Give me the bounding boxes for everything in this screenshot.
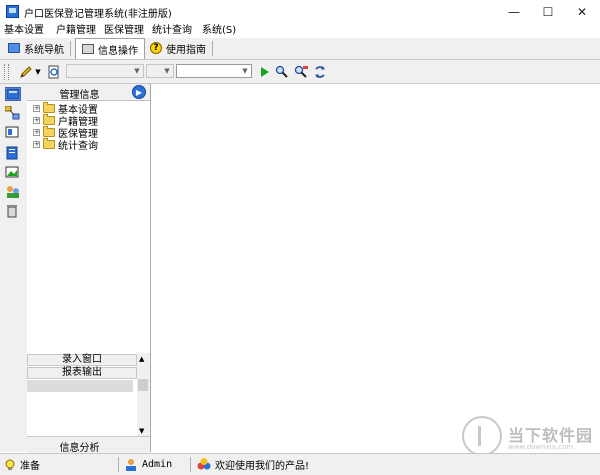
refresh-icon[interactable] [312,64,328,79]
status-separator [118,457,119,472]
status-bar: 准备 Admin 欢迎使用我们的产品! [0,453,600,475]
tab-information-operation[interactable]: 信息操作 [75,38,145,59]
folder-icon [43,113,55,125]
app-icon [6,5,19,18]
status-ready-text: 准备 [20,461,40,472]
panel-header: 管理信息 ▶ [27,84,150,101]
tab-user-guide[interactable]: ? 使用指南 [144,38,212,58]
menu-household[interactable]: 户籍管理 [56,24,96,38]
entry-window-button[interactable]: 录入窗口 [27,354,137,366]
lightbulb-icon [5,459,15,470]
user-icon [126,459,136,471]
toolbar-grip[interactable] [4,64,9,80]
expand-icon[interactable]: + [33,116,40,124]
title-bar: 户口医保登记管理系统(非注册版) — ☐ ✕ [0,0,600,25]
search-advanced-icon[interactable] [293,64,309,79]
status-user: Admin [124,454,172,475]
filter-combo-2[interactable]: ▼ [146,64,174,78]
expand-icon[interactable]: + [33,104,40,112]
help-icon: ? [150,42,162,54]
folder-icon [43,125,55,137]
pencil-icon[interactable] [18,64,34,79]
analysis-section[interactable]: 信息分析 [27,436,150,454]
search-person-icon[interactable] [274,64,290,79]
menu-system[interactable]: 系统(S) [202,24,236,38]
menu-basic-settings[interactable]: 基本设置 [4,24,44,38]
form-list-icon[interactable] [5,126,21,140]
tree-item-label: 统计查询 [58,140,98,152]
trash-icon[interactable] [5,204,21,218]
navigation-icon [8,43,20,53]
expand-icon[interactable]: + [33,140,40,148]
chevron-down-icon: ▼ [242,67,248,75]
folder-icon [43,101,55,113]
menu-medical-insurance[interactable]: 医保管理 [104,24,144,38]
status-user-name: Admin [142,459,173,470]
watermark-icon [462,416,502,456]
play-icon[interactable] [256,64,272,79]
find-record-icon[interactable] [46,64,62,79]
menu-statistics[interactable]: 统计查询 [152,24,192,38]
tab-row: 系统导航 信息操作 ? 使用指南 [0,38,600,60]
close-button[interactable]: ✕ [565,0,599,24]
info-panel-icon[interactable] [5,87,21,101]
folder-icon [43,137,55,149]
menu-bar: 基本设置 户籍管理 医保管理 统计查询 系统(S) [0,24,600,38]
main-content-area[interactable] [151,84,600,452]
chevron-down-icon[interactable]: ▼ [34,64,42,79]
product-icon [197,458,211,470]
status-welcome: 欢迎使用我们的产品! [197,454,309,475]
scroll-thumb[interactable] [138,379,148,391]
chevron-up-icon[interactable]: ▲ [139,355,144,363]
document-icon[interactable] [5,146,21,160]
expand-panel-icon[interactable]: ▶ [132,85,146,99]
navigation-panel: 管理信息 ▶ + 基本设置 + 户籍管理 + 医保管理 + 统计查询 录入窗口 … [27,84,151,454]
tab-separator [212,41,213,56]
watermark-subtext: www.downxia.com [508,443,574,451]
panel-title: 管理信息 [59,90,100,101]
tab-label: 使用指南 [166,44,206,56]
analysis-label: 信息分析 [59,443,100,454]
left-icon-bar [0,84,28,452]
tree-item-statistics[interactable]: + 统计查询 [33,137,98,152]
window-title: 户口医保登记管理系统(非注册版) [24,9,172,20]
expand-icon[interactable]: + [33,128,40,136]
panel-list-selection[interactable] [27,380,133,392]
tab-label: 信息操作 [98,45,138,57]
form-icon [82,44,94,54]
status-separator [190,457,191,472]
chevron-down-icon[interactable]: ▼ [139,427,144,435]
users-icon[interactable] [5,185,21,199]
tab-system-navigation[interactable]: 系统导航 [2,38,70,58]
tab-separator [70,41,71,56]
filter-combo-3[interactable]: ▼ [176,64,252,78]
watermark-logo: 当下软件园 www.downxia.com [462,416,592,458]
chevron-down-icon: ▼ [134,67,140,75]
picture-icon[interactable] [5,166,21,180]
chevron-down-icon: ▼ [164,67,170,75]
status-welcome-text: 欢迎使用我们的产品! [215,461,310,472]
network-icon[interactable] [4,105,21,120]
panel-scrollbar[interactable]: ▲ ▼ [137,353,150,439]
maximize-button[interactable]: ☐ [531,0,565,24]
toolbar: ▼ ▼ ▼ ▼ [0,60,600,84]
filter-combo-1[interactable]: ▼ [66,64,144,78]
status-ready: 准备 [4,454,40,475]
report-output-button[interactable]: 报表输出 [27,367,137,379]
minimize-button[interactable]: — [497,0,531,24]
tab-label: 系统导航 [24,44,64,56]
